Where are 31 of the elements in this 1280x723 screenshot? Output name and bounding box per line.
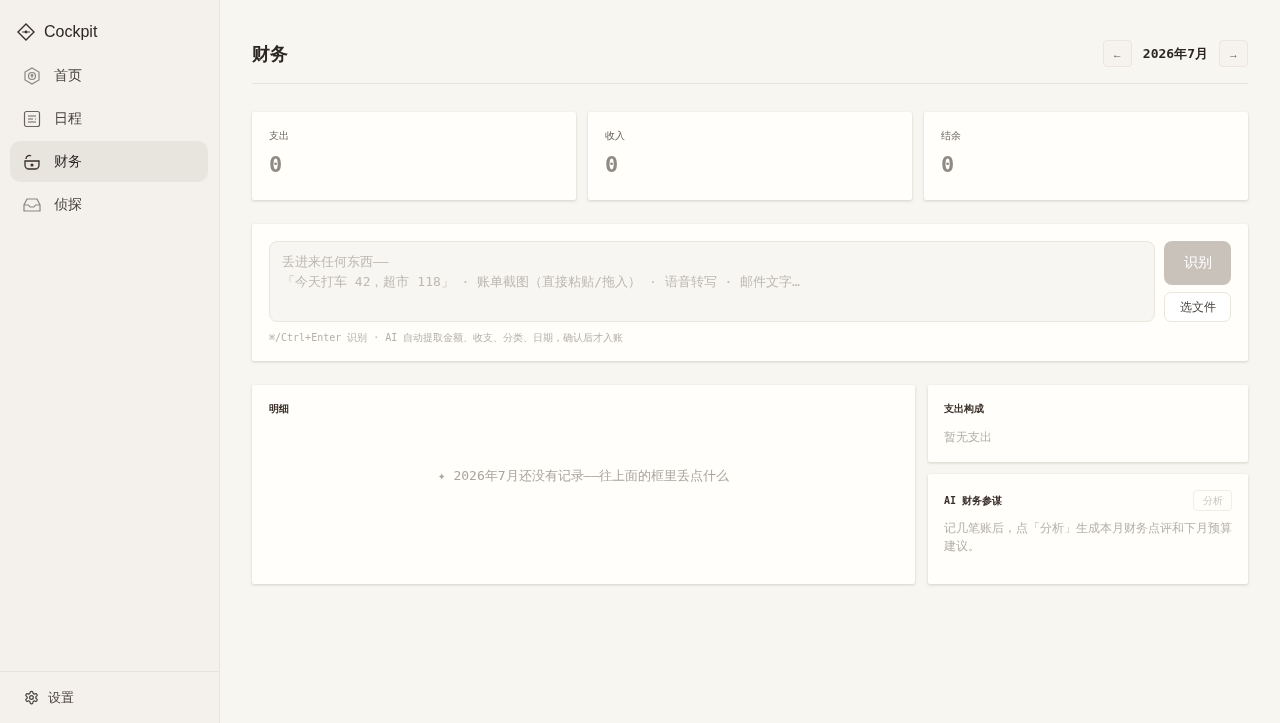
sidebar-item[interactable]: 日程	[10, 98, 208, 139]
page-title: 财务	[252, 42, 288, 66]
sidebar-item[interactable]: 财务	[10, 141, 208, 182]
stat-value: 0	[605, 152, 619, 178]
card-title: 明细	[269, 402, 290, 416]
card-title: 支出构成	[944, 402, 985, 416]
hint-text: ⌘/Ctrl+Enter 识别 · AI 自动提取金额、收支、分类、日期，确认后才入账	[269, 331, 625, 345]
previous-month-button[interactable]: ←	[1102, 40, 1132, 67]
diamond-logo-icon	[17, 22, 35, 41]
next-month-button[interactable]: →	[1219, 40, 1248, 67]
settings-button[interactable]: 设置	[24, 688, 74, 707]
advisor-note: 记几笔账后，点「分析」生成本月财务点评和下月预算建议。	[944, 520, 1232, 555]
sidebar-item[interactable]: 侦探	[10, 184, 208, 225]
month-label: 2026年7月	[1142, 44, 1208, 63]
empty-message: ✦ 2026年7月还没有记录——往上面的框里丢点什么	[436, 467, 731, 485]
empty-message: 暂无支出	[944, 429, 993, 446]
card-title: AI 财务参谋	[944, 493, 1003, 508]
stat-label: 支出	[269, 129, 289, 143]
settings-icon	[24, 690, 39, 705]
stat-label: 结余	[941, 129, 961, 143]
inbox-icon	[23, 195, 41, 214]
stat-value: 0	[941, 152, 955, 178]
hexagon-arrow-icon	[23, 66, 41, 85]
choose-file-button[interactable]: 选文件	[1164, 292, 1231, 322]
sidebar-item[interactable]: 首页	[10, 55, 208, 96]
brand-name: Cockpit	[44, 22, 98, 41]
stat-label: 收入	[605, 129, 625, 143]
pot-icon	[23, 152, 41, 171]
note-icon	[23, 109, 41, 128]
input-field[interactable]: 丢进来任何东西—— 「今天打车 42，超市 118」 · 账单截图（直接粘贴/拖入） · 语音转写 · 邮件文字…	[269, 241, 1155, 322]
stat-value: 0	[269, 152, 283, 178]
